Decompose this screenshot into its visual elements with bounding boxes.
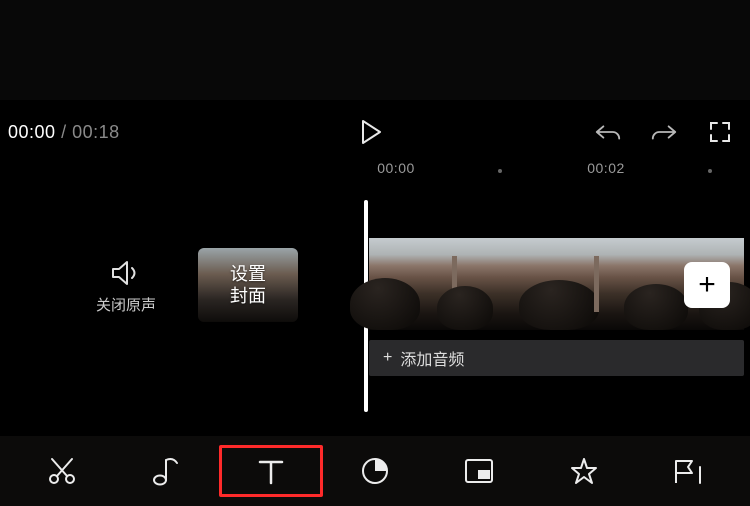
tool-cut[interactable] — [10, 445, 114, 497]
fullscreen-button[interactable] — [706, 118, 734, 146]
picture-in-picture-icon — [463, 457, 495, 485]
ruler-tick-0: 00:00 — [377, 160, 415, 176]
ruler-dot — [708, 169, 712, 173]
playback-controls: 00:00 / 00:18 — [0, 112, 750, 152]
total-duration: 00:18 — [72, 122, 120, 142]
redo-button[interactable] — [650, 118, 678, 146]
undo-button[interactable] — [594, 118, 622, 146]
text-icon — [256, 456, 286, 486]
set-cover-button[interactable]: 设置 封面 — [198, 248, 298, 322]
undo-icon — [594, 122, 622, 142]
mute-label: 关闭原声 — [96, 294, 156, 315]
scissors-icon — [46, 455, 78, 487]
add-audio-label: 添加音频 — [400, 346, 464, 370]
timeline-ruler[interactable]: 00:00 00:02 — [0, 160, 750, 184]
bottom-toolbar — [0, 436, 750, 506]
tool-sticker[interactable] — [323, 445, 427, 497]
tool-more[interactable] — [636, 445, 740, 497]
tool-text[interactable] — [219, 445, 323, 497]
time-separator: / — [61, 122, 72, 142]
speaker-icon — [111, 260, 141, 286]
plus-icon: + — [383, 349, 392, 367]
time-display: 00:00 / 00:18 — [8, 122, 120, 143]
fullscreen-icon — [708, 120, 732, 144]
redo-icon — [650, 122, 678, 142]
add-audio-track[interactable]: + 添加音频 — [369, 340, 744, 376]
plus-icon: + — [698, 270, 716, 300]
timeline-area[interactable]: 关闭原声 设置 封面 + + 添加音频 — [0, 200, 750, 430]
music-note-icon — [151, 455, 181, 487]
tool-effect[interactable] — [531, 445, 635, 497]
preview-area — [0, 0, 750, 100]
play-button[interactable] — [357, 118, 385, 146]
sticker-icon — [360, 456, 390, 486]
cover-label: 设置 封面 — [230, 263, 266, 308]
tool-audio[interactable] — [114, 445, 218, 497]
tool-pip[interactable] — [427, 445, 531, 497]
star-effect-icon — [569, 456, 599, 486]
ruler-dot — [498, 169, 502, 173]
right-controls — [594, 118, 734, 146]
add-clip-button[interactable]: + — [684, 262, 730, 308]
ruler-tick-1: 00:02 — [587, 160, 625, 176]
play-icon — [360, 119, 382, 145]
mute-original-button[interactable]: 关闭原声 — [96, 260, 156, 315]
current-time: 00:00 — [8, 122, 56, 142]
flag-icon — [672, 457, 704, 485]
